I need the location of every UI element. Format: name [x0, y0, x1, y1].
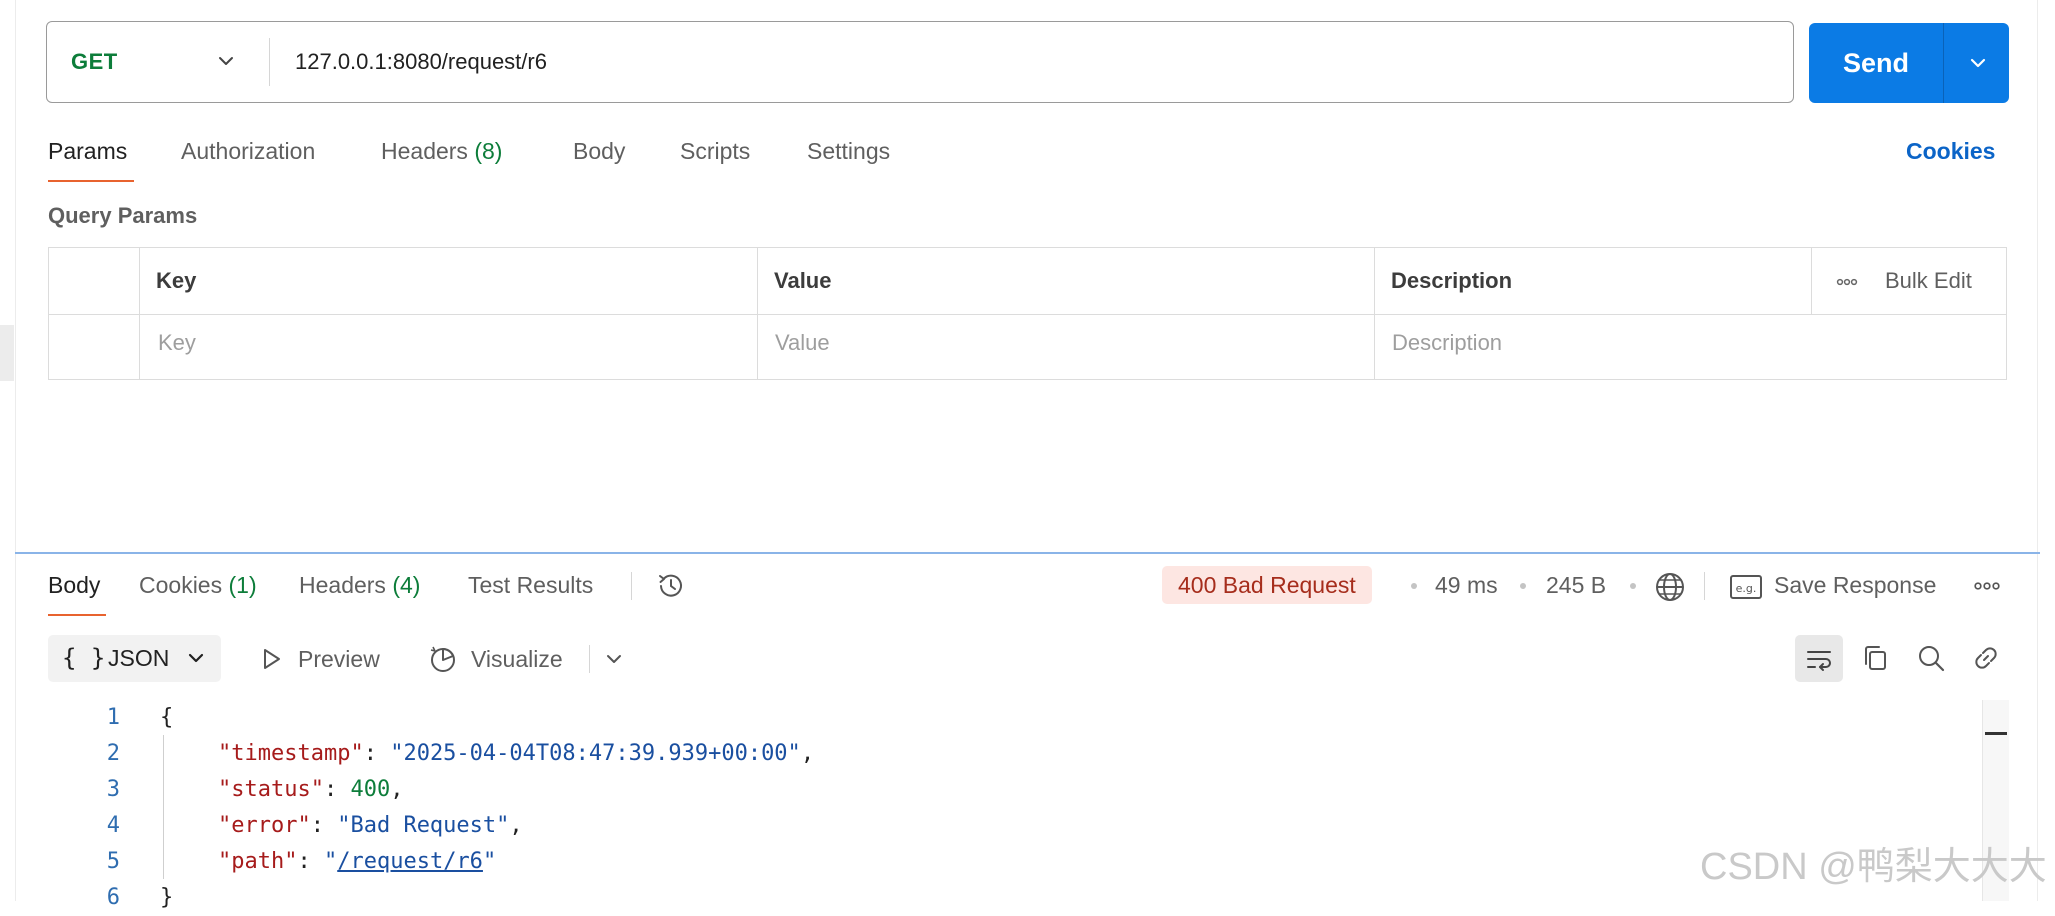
header-value: Value: [774, 268, 832, 293]
json-key: "status": [218, 777, 324, 802]
gutter-handle[interactable]: [0, 325, 14, 381]
code-line[interactable]: {: [160, 700, 173, 736]
indent-guide: [163, 735, 164, 879]
tab-headers[interactable]: Headers (8): [381, 136, 502, 166]
braces-icon: { }: [62, 644, 106, 672]
json-key: "error": [218, 813, 311, 838]
left-gutter: [0, 0, 16, 901]
tab-settings[interactable]: Settings: [807, 136, 890, 166]
line-number: 4: [106, 813, 120, 838]
tab-body[interactable]: Body: [573, 136, 625, 166]
tab-headers-label: Headers: [381, 138, 468, 164]
response-tab-cookies-label: Cookies: [139, 572, 223, 598]
response-tab-test-results[interactable]: Test Results: [468, 570, 593, 600]
toolbar-separator: [589, 645, 590, 673]
query-params-table: Key Value Description Bulk Edit Key Valu…: [48, 247, 2007, 380]
tab-headers-count: (8): [474, 138, 503, 164]
json-string-quote: ": [323, 849, 338, 874]
visualize-icon[interactable]: [428, 644, 458, 674]
tab-scripts[interactable]: Scripts: [680, 136, 750, 166]
tab-params[interactable]: Params: [48, 136, 127, 166]
format-label: JSON: [108, 645, 170, 671]
link-icon[interactable]: [1971, 643, 2001, 673]
status-badge[interactable]: 400 Bad Request: [1162, 566, 1372, 604]
send-options-chevron-icon[interactable]: [1964, 49, 1992, 77]
chevron-down-icon[interactable]: [212, 47, 240, 75]
json-number: 400: [350, 777, 391, 802]
svg-text:e.g.: e.g.: [1736, 582, 1757, 595]
active-tab-underline: [48, 180, 134, 182]
meta-dot: [1520, 583, 1526, 589]
meta-dot: [1630, 583, 1636, 589]
preview-button[interactable]: Preview: [298, 644, 380, 674]
format-select[interactable]: { } JSON: [48, 635, 221, 682]
line-number: 3: [106, 777, 120, 802]
more-options-icon[interactable]: [1972, 576, 2002, 596]
chevron-down-icon[interactable]: [599, 644, 629, 674]
line-number: 6: [106, 885, 120, 910]
value-input[interactable]: Value: [775, 328, 830, 358]
watermark: CSDN @鸭梨大大大: [1700, 846, 2047, 888]
query-params-title: Query Params: [48, 203, 198, 228]
cookies-link[interactable]: Cookies: [1906, 136, 1995, 166]
header-description: Description: [1391, 268, 1513, 293]
response-tab-cookies[interactable]: Cookies (1): [139, 570, 257, 600]
play-icon[interactable]: [256, 644, 286, 674]
method-select[interactable]: GET: [71, 22, 118, 102]
json-key: "timestamp": [218, 741, 364, 766]
code-line[interactable]: "path": "/request/r6": [218, 844, 496, 880]
path-link[interactable]: /request/r6: [337, 849, 483, 874]
scrollbar-thumb[interactable]: [1985, 732, 2007, 735]
visualize-button[interactable]: Visualize: [471, 644, 563, 674]
chevron-down-icon: [184, 646, 208, 670]
json-string: "2025-04-04T08:47:39.939+00:00": [390, 741, 801, 766]
description-input[interactable]: Description: [1392, 328, 1502, 358]
history-icon[interactable]: [655, 570, 687, 602]
send-button-group: Send: [1809, 23, 2009, 103]
json-string-quote: ": [482, 849, 497, 874]
key-input[interactable]: Key: [158, 328, 196, 358]
code-line[interactable]: }: [160, 880, 173, 916]
line-number: 5: [106, 849, 120, 874]
row-divider: [49, 314, 2006, 315]
globe-icon[interactable]: [1653, 570, 1687, 604]
line-number: 2: [106, 741, 120, 766]
example-icon[interactable]: e.g.: [1729, 573, 1763, 601]
line-number: 1: [106, 705, 120, 730]
response-pane-divider[interactable]: [15, 552, 2040, 554]
code-line[interactable]: "timestamp": "2025-04-04T08:47:39.939+00…: [218, 736, 814, 772]
meta-separator: [1704, 572, 1705, 600]
save-response-button[interactable]: Save Response: [1774, 570, 1936, 600]
column-divider: [1811, 248, 1812, 314]
tab-authorization[interactable]: Authorization: [181, 136, 315, 166]
response-tab-headers-label: Headers: [299, 572, 386, 598]
code-line[interactable]: "status": 400,: [218, 772, 403, 808]
bulk-edit-button[interactable]: Bulk Edit: [1885, 266, 1972, 296]
url-input[interactable]: 127.0.0.1:8080/request/r6: [295, 22, 547, 102]
response-active-tab-underline: [48, 614, 106, 616]
json-key: "path": [218, 849, 298, 874]
more-options-icon[interactable]: [1835, 272, 1859, 292]
send-button[interactable]: Send: [1809, 23, 1943, 103]
response-tab-headers-count: (4): [392, 572, 421, 598]
wrap-lines-button[interactable]: [1795, 635, 1843, 682]
tab-separator: [631, 572, 632, 600]
right-edge: [2037, 0, 2038, 901]
send-divider: [1943, 23, 1944, 103]
meta-dot: [1411, 583, 1417, 589]
copy-icon[interactable]: [1860, 643, 1890, 673]
code-line[interactable]: "error": "Bad Request",: [218, 808, 523, 844]
response-tab-headers[interactable]: Headers (4): [299, 570, 420, 600]
url-divider: [269, 38, 270, 86]
url-bar: GET 127.0.0.1:8080/request/r6: [46, 21, 1794, 103]
response-time[interactable]: 49 ms: [1435, 570, 1498, 600]
response-tab-body[interactable]: Body: [48, 570, 100, 600]
json-string: "Bad Request": [337, 813, 510, 838]
response-size[interactable]: 245 B: [1546, 570, 1606, 600]
response-tab-cookies-count: (1): [228, 572, 257, 598]
search-icon[interactable]: [1916, 643, 1946, 673]
header-key: Key: [156, 268, 197, 293]
